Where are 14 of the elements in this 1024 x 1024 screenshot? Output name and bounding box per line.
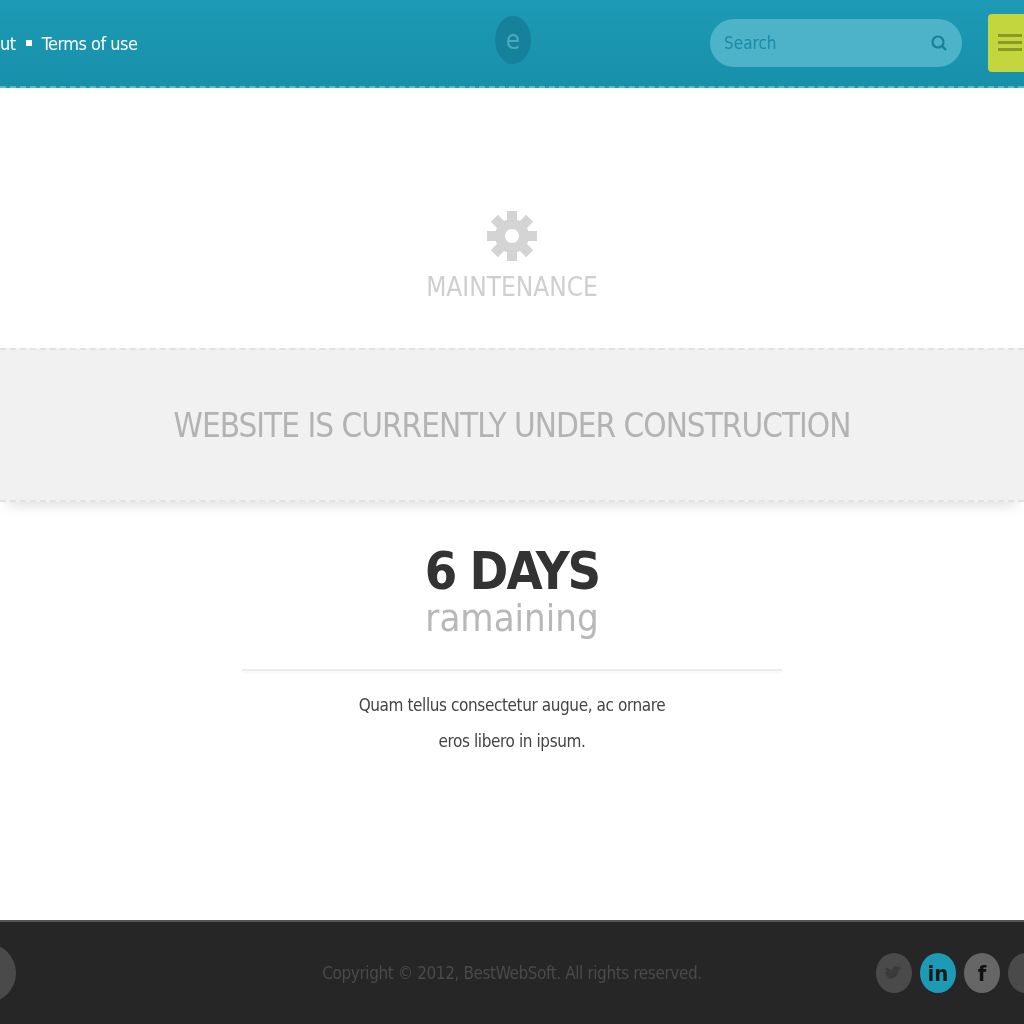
social-link[interactable]: f bbox=[964, 953, 1000, 993]
countdown-value: 6 DAYS bbox=[424, 544, 600, 599]
nav-link[interactable]: ut bbox=[0, 32, 16, 54]
message-text: Quam tellus consectetur augue, ac ornare eros libero in ipsum. bbox=[357, 693, 667, 753]
gear-icon bbox=[486, 210, 538, 262]
bullet-icon bbox=[25, 40, 32, 46]
banner-text: WEBSITE IS CURRENTLY UNDER CONSTRUCTION bbox=[173, 405, 851, 445]
search-icon bbox=[930, 34, 948, 52]
countdown-label: ramaining bbox=[425, 598, 599, 637]
social-link[interactable]: in bbox=[920, 953, 956, 993]
menu-button[interactable] bbox=[988, 14, 1024, 72]
menu-icon bbox=[998, 32, 1022, 54]
bird-icon[interactable] bbox=[876, 953, 912, 993]
nav-link[interactable]: Terms of use bbox=[41, 32, 138, 54]
